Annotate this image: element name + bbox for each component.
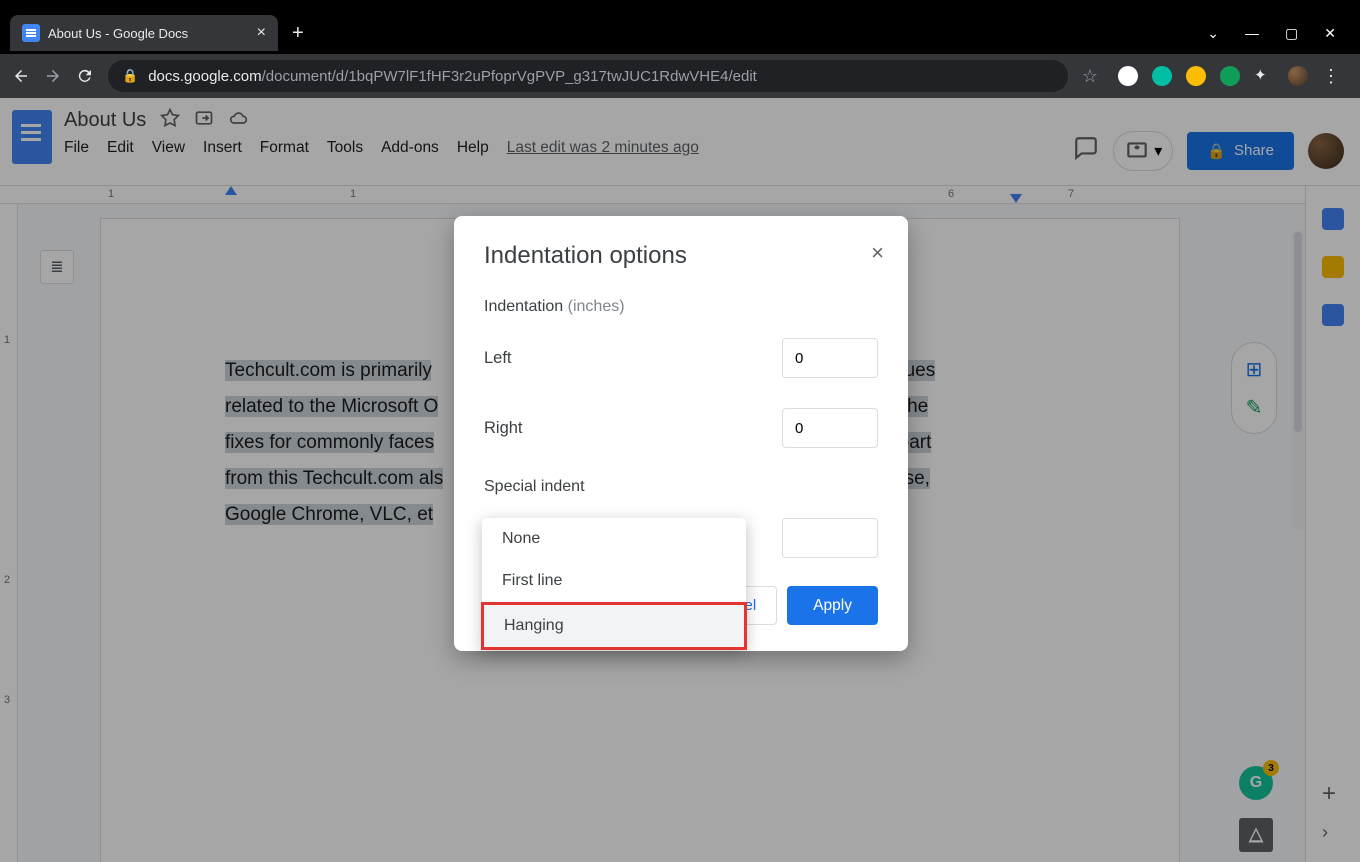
right-indent-label: Right [484, 419, 523, 438]
minimize-icon[interactable]: — [1245, 25, 1259, 42]
indentation-options-dialog: Indentation options × Indentation (inche… [454, 216, 908, 651]
tab-bar: About Us - Google Docs × + ⌄ — ▢ ✕ [0, 12, 1360, 54]
extensions-puzzle-icon[interactable]: ✦ [1254, 66, 1274, 86]
left-indent-label: Left [484, 349, 512, 368]
tab-title: About Us - Google Docs [48, 26, 249, 41]
forward-button [44, 67, 62, 85]
browser-tab[interactable]: About Us - Google Docs × [10, 15, 278, 51]
option-hanging[interactable]: Hanging [484, 605, 744, 647]
option-none[interactable]: None [482, 518, 746, 560]
lock-icon: 🔒 [122, 68, 138, 84]
url-host: docs.google.com [148, 68, 261, 85]
option-first-line[interactable]: First line [482, 560, 746, 602]
profile-avatar[interactable] [1288, 66, 1308, 86]
right-indent-input[interactable] [782, 408, 878, 448]
back-button[interactable] [12, 67, 30, 85]
extension-icon[interactable] [1186, 66, 1206, 86]
left-indent-input[interactable] [782, 338, 878, 378]
chrome-menu-icon[interactable]: ⋮ [1322, 66, 1342, 86]
address-bar: 🔒 docs.google.com/document/d/1bqPW7lF1fH… [0, 54, 1360, 98]
close-window-icon[interactable]: ✕ [1324, 25, 1336, 42]
close-dialog-icon[interactable]: × [871, 240, 884, 266]
special-indent-label: Special indent [484, 478, 878, 496]
extension-icon[interactable] [1152, 66, 1172, 86]
omnibox[interactable]: 🔒 docs.google.com/document/d/1bqPW7lF1fH… [108, 60, 1068, 92]
docs-favicon-icon [22, 24, 40, 42]
reload-button[interactable] [76, 67, 94, 85]
caret-down-icon[interactable]: ⌄ [1207, 25, 1219, 42]
special-indent-value-input[interactable] [782, 518, 878, 558]
maximize-icon[interactable]: ▢ [1285, 25, 1298, 42]
close-tab-icon[interactable]: × [257, 24, 266, 42]
new-tab-button[interactable]: + [292, 22, 304, 45]
apply-button[interactable]: Apply [787, 586, 878, 625]
extension-icon[interactable] [1220, 66, 1240, 86]
extension-icon[interactable] [1118, 66, 1138, 86]
indentation-section-label: Indentation (inches) [484, 298, 878, 316]
dialog-title: Indentation options [484, 242, 878, 270]
bookmark-star-icon[interactable]: ☆ [1082, 66, 1098, 87]
url-path: /document/d/1bqPW7lF1fHF3r2uPfoprVgPVP_g… [262, 68, 757, 85]
